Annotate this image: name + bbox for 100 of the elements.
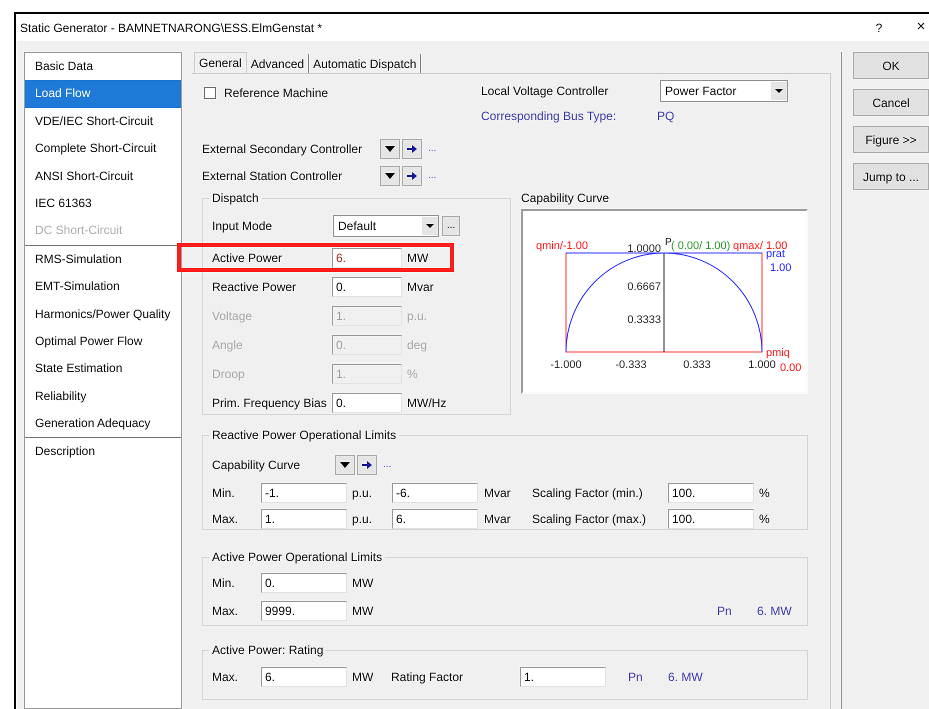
- field-value: 6. MW: [668, 668, 703, 686]
- field-label: Max.: [212, 510, 240, 528]
- unit-label: p.u.: [352, 510, 374, 528]
- more-button[interactable]: ...: [442, 216, 460, 236]
- chart-title: Capability Curve: [521, 190, 610, 205]
- tab[interactable]: Automatic Dispatch: [309, 54, 422, 73]
- sidebar-item[interactable]: Complete Short-Circuit: [25, 135, 181, 163]
- field-value: 6. MW: [757, 602, 792, 620]
- caret-icon: [385, 146, 395, 152]
- field-label: Corresponding Bus Type:: [481, 108, 618, 125]
- unit-label: MW: [352, 668, 374, 686]
- caret-icon: [340, 462, 350, 468]
- sidebar-item[interactable]: RMS-Simulation: [25, 246, 181, 274]
- dialog-button[interactable]: Cancel: [853, 89, 929, 116]
- unit-label: MW: [352, 574, 374, 592]
- unit-label: %: [407, 366, 418, 382]
- field-label: Pn: [717, 602, 733, 620]
- x-tick-label: -0.333: [615, 359, 647, 371]
- prat-label: prat: [766, 248, 785, 260]
- input-field[interactable]: 1.: [261, 508, 347, 528]
- field-label: Angle: [212, 336, 244, 354]
- sidebar-item[interactable]: VDE/IEC Short-Circuit: [25, 108, 181, 136]
- p-axis-label: P: [665, 237, 672, 248]
- field-label: Min.: [212, 574, 236, 592]
- sidebar-item[interactable]: Optimal Power Flow: [25, 328, 181, 356]
- operating-point-label: ( 0.00/ 1.00): [671, 240, 730, 252]
- tab[interactable]: General: [194, 52, 247, 73]
- unit-label: p.u.: [352, 484, 374, 502]
- help-button[interactable]: ?: [869, 18, 889, 36]
- sidebar-item[interactable]: Load Flow: [25, 80, 181, 108]
- input-field[interactable]: 6.: [332, 248, 402, 268]
- dialog-button[interactable]: Figure >>: [853, 126, 929, 153]
- caret-icon: [422, 217, 438, 235]
- y-tick-label: 0.6667: [627, 281, 661, 293]
- sidebar-item[interactable]: EMT-Simulation: [25, 273, 181, 301]
- checkbox[interactable]: [204, 87, 216, 99]
- caret-icon: [771, 82, 787, 100]
- group-title: Active Power: Rating: [209, 642, 326, 658]
- field-label: Capability Curve: [212, 456, 302, 474]
- arrow-icon: [362, 460, 372, 468]
- input-field[interactable]: 100.: [668, 482, 754, 502]
- close-button[interactable]: ×: [913, 16, 929, 39]
- sidebar-item[interactable]: Generation Adequacy: [25, 410, 181, 438]
- dropdown-field[interactable]: Power Factor: [660, 80, 788, 102]
- more-link[interactable]: ...: [383, 457, 392, 472]
- field-label: Min.: [212, 484, 236, 502]
- field-label: Active Power: [212, 250, 284, 266]
- sidebar-item[interactable]: State Estimation: [25, 355, 181, 383]
- field-label: Scaling Factor (min.): [532, 484, 644, 502]
- more-link[interactable]: ...: [428, 168, 436, 183]
- field-label: External Station Controller: [202, 168, 344, 184]
- dropdown-button[interactable]: [380, 166, 400, 186]
- tab[interactable]: Advanced: [246, 54, 310, 73]
- caret-icon: [385, 172, 395, 178]
- group-title: Dispatch: [209, 190, 262, 206]
- dropdown-button[interactable]: [380, 138, 400, 158]
- field-label: Pn: [628, 668, 644, 686]
- qmin-label: qmin/-1.00: [536, 240, 588, 252]
- input-field[interactable]: 0.: [261, 572, 347, 592]
- x-tick-label: 0.333: [683, 359, 711, 371]
- field-label: Max.: [212, 602, 240, 620]
- sidebar-item[interactable]: Harmonics/Power Quality: [25, 300, 181, 328]
- sidebar-item[interactable]: Description: [25, 438, 181, 466]
- input-field[interactable]: -1.: [261, 482, 347, 502]
- dialog-button[interactable]: OK: [853, 52, 929, 79]
- jump-arrow-button[interactable]: [357, 454, 377, 474]
- unit-label: Mvar: [484, 484, 512, 502]
- input-field[interactable]: 1.: [520, 666, 606, 686]
- field-label: Reactive Power: [212, 278, 298, 296]
- dropdown-field[interactable]: Default: [333, 215, 439, 237]
- input-field[interactable]: 0.: [332, 392, 402, 412]
- unit-label: p.u.: [407, 308, 428, 324]
- field-label: Scaling Factor (max.): [532, 510, 648, 528]
- dropdown-button[interactable]: [335, 454, 355, 474]
- sidebar-item[interactable]: Basic Data: [25, 53, 181, 80]
- unit-label: Mvar: [484, 510, 512, 528]
- window-title: Static Generator - BAMNETNARONG\ESS.ElmGenstat *: [20, 20, 322, 36]
- arrow-icon: [407, 144, 417, 152]
- sidebar-item[interactable]: Reliability: [25, 382, 181, 410]
- input-field[interactable]: -6.: [392, 482, 478, 502]
- unit-label: MW: [407, 250, 428, 266]
- input-field[interactable]: 9999.: [261, 600, 347, 620]
- unit-label: MW: [352, 602, 374, 620]
- unit-label: %: [759, 484, 770, 502]
- unit-label: Mvar: [407, 278, 434, 296]
- sidebar-item[interactable]: ANSI Short-Circuit: [25, 162, 181, 190]
- more-link[interactable]: ...: [428, 141, 436, 156]
- input-field[interactable]: 100.: [668, 508, 754, 528]
- dialog-button[interactable]: Jump to ...: [853, 163, 929, 190]
- input-field[interactable]: 6.: [261, 666, 347, 686]
- group-title: Active Power Operational Limits: [209, 549, 386, 565]
- input-field[interactable]: 0.: [332, 276, 402, 296]
- field-label: Max.: [212, 668, 240, 686]
- y-tick-label: 1.0000: [627, 243, 661, 255]
- x-tick-label: -1.000: [550, 359, 582, 371]
- jump-arrow-button[interactable]: [402, 138, 422, 158]
- input-field[interactable]: 6.: [392, 508, 478, 528]
- jump-arrow-button[interactable]: [402, 166, 422, 186]
- field-label: External Secondary Controller: [202, 140, 364, 158]
- sidebar-item[interactable]: IEC 61363: [25, 190, 181, 218]
